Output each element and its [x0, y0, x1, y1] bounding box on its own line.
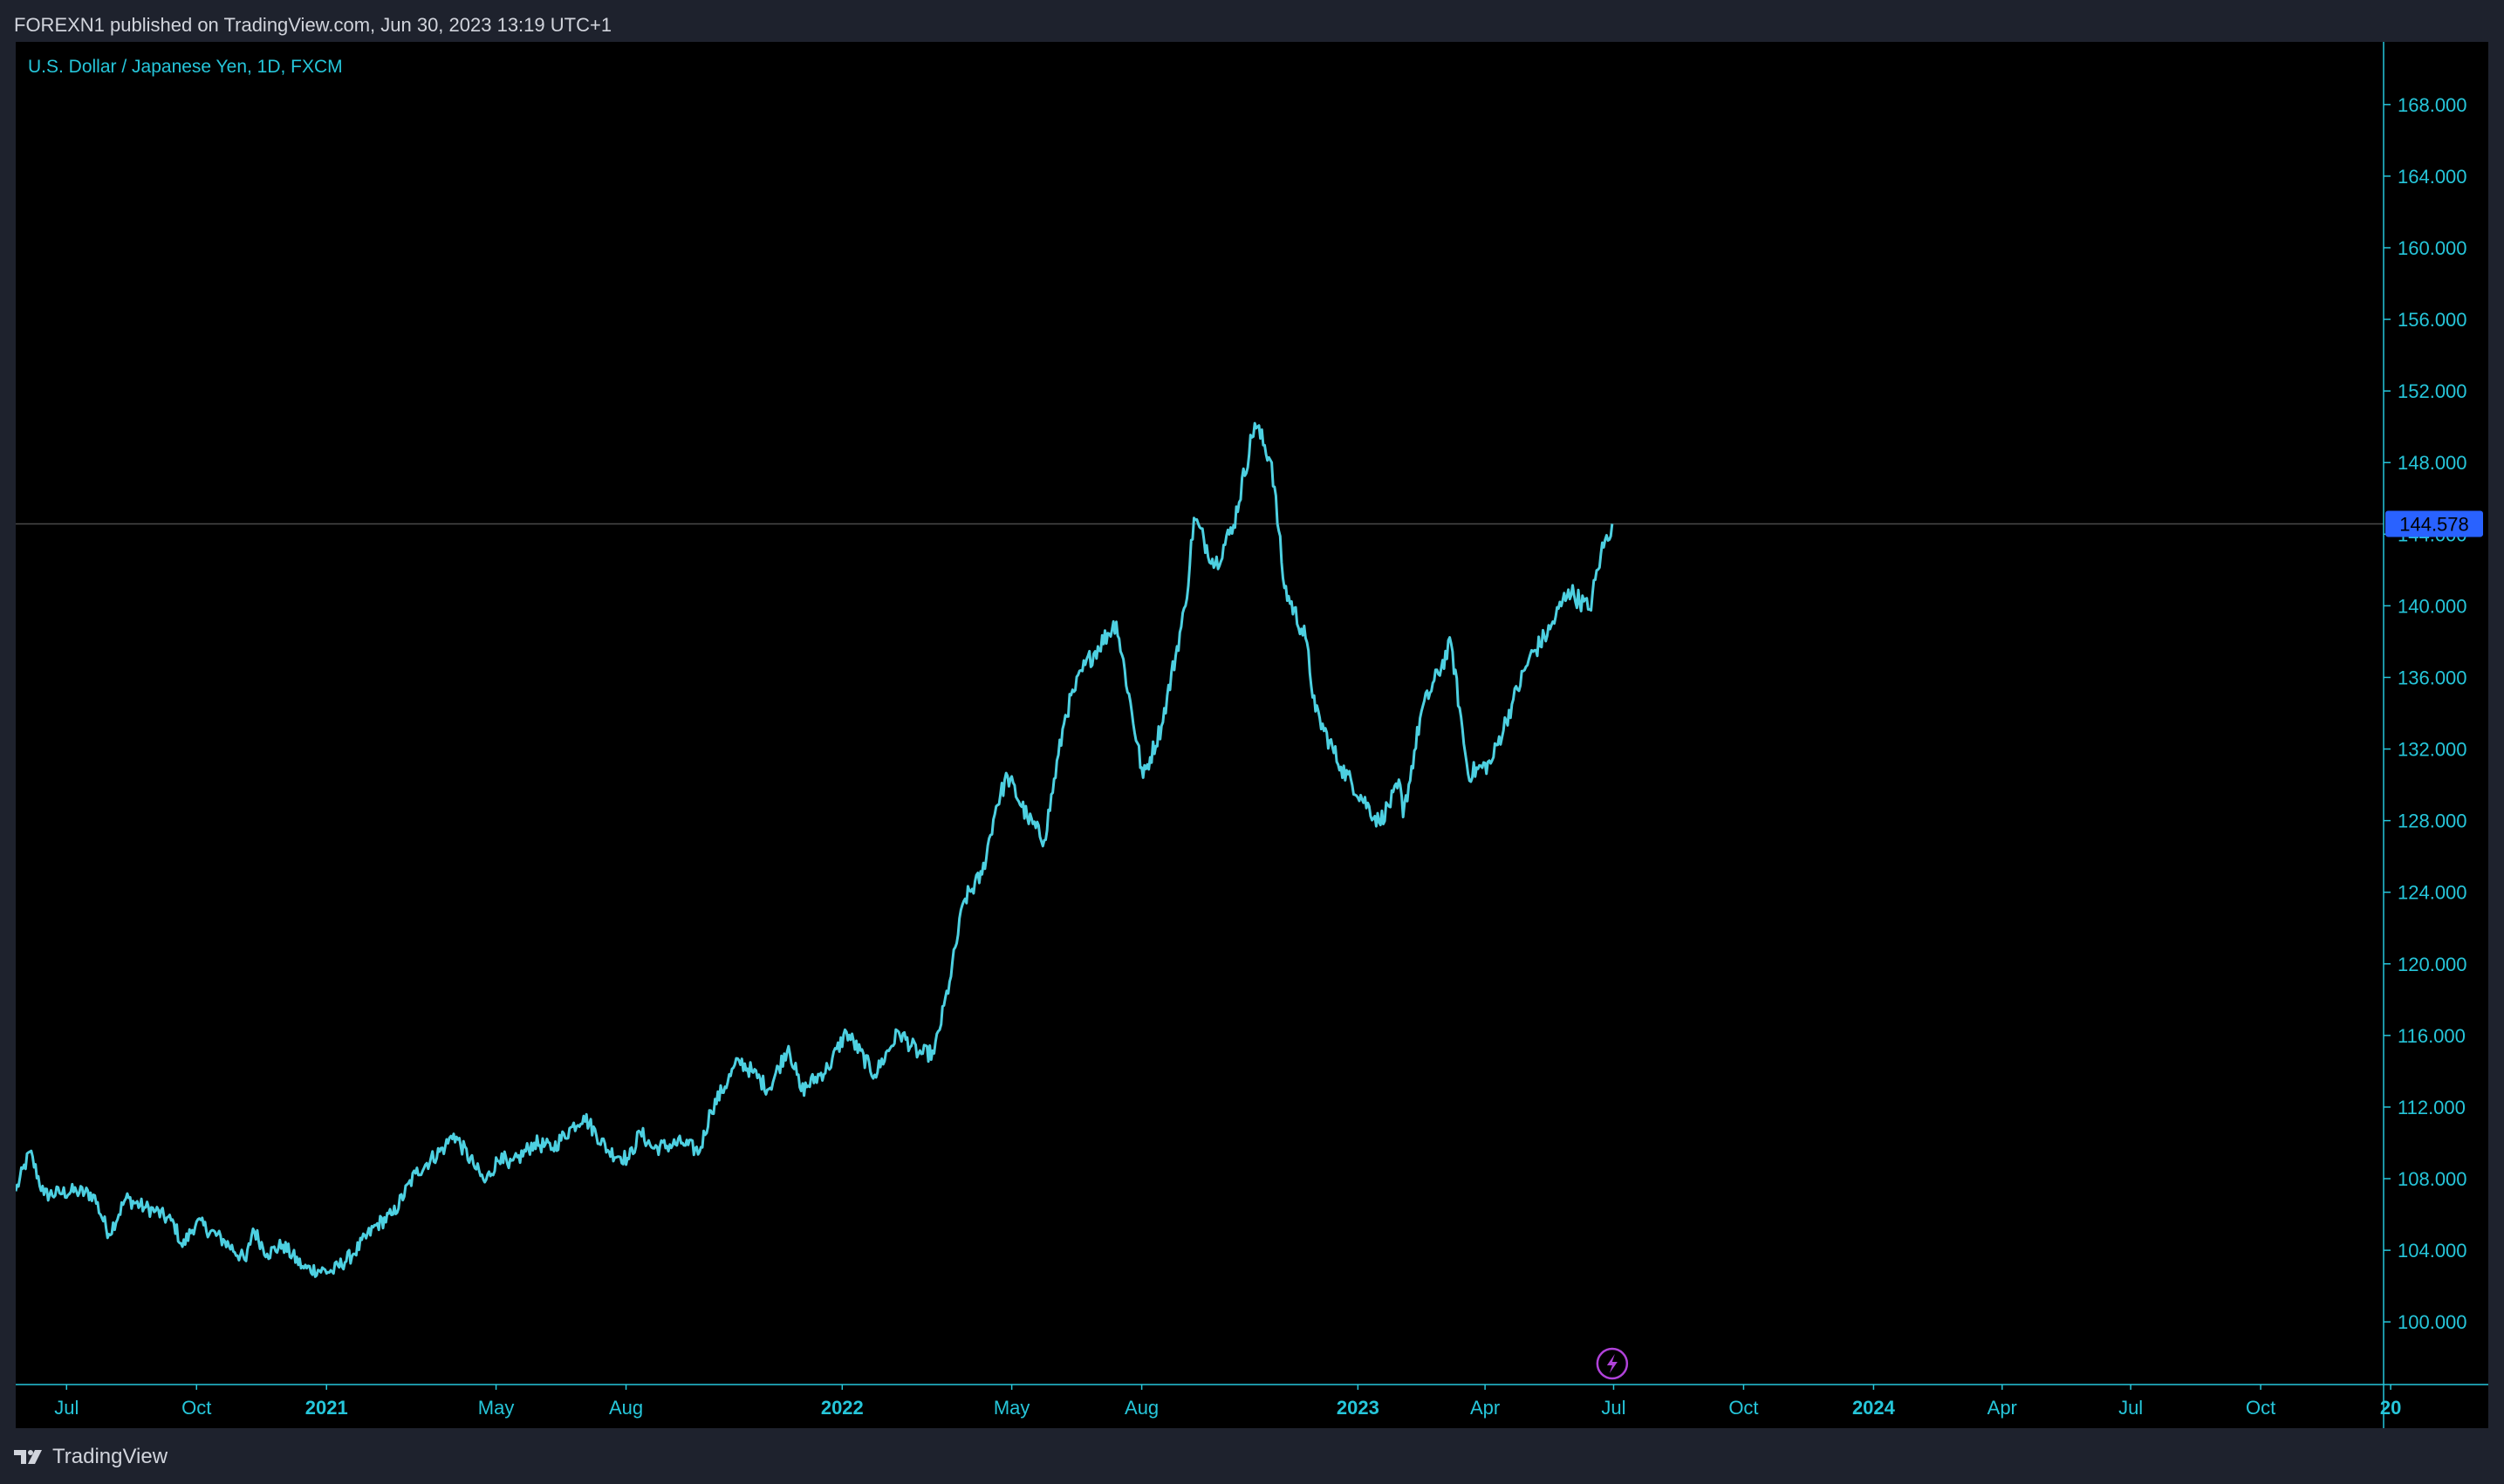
y-tick-label: 120.000 [2398, 954, 2467, 975]
x-tick-label: Apr [1987, 1397, 2017, 1419]
last-price-label: 144.578 [2399, 513, 2469, 535]
y-tick-label: 152.000 [2398, 380, 2467, 402]
y-tick-label: 124.000 [2398, 882, 2467, 904]
chart-area[interactable]: 100.000 104.000 108.000 112.000 116.000 120.0… [16, 42, 2488, 1428]
symbol-legend: U.S. Dollar / Japanese Yen, 1D, FXCM [28, 57, 343, 77]
y-tick-label: 116.000 [2398, 1025, 2466, 1047]
x-tick-label: Oct [2246, 1397, 2275, 1419]
x-tick-label: Oct [181, 1397, 211, 1419]
publish-info: FOREXN1 published on TradingView.com, Ju… [14, 14, 612, 36]
footer: TradingView [14, 1441, 168, 1473]
footer-brand[interactable]: TradingView [52, 1445, 168, 1469]
x-tick-label: 2023 [1337, 1397, 1379, 1419]
y-tick-label: 156.000 [2398, 309, 2467, 331]
y-tick-label: 148.000 [2398, 452, 2467, 474]
tradingview-logo-icon[interactable] [14, 1448, 45, 1466]
last-price-tag: 144.578 [2385, 510, 2483, 537]
y-tick-label: 104.000 [2398, 1240, 2467, 1262]
x-tick-label: Jul [1601, 1397, 1625, 1419]
y-tick-label: 168.000 [2398, 94, 2467, 116]
y-tick-label: 164.000 [2398, 166, 2467, 188]
x-tick-label: Aug [609, 1397, 643, 1419]
y-tick-label: 140.000 [2398, 595, 2467, 617]
x-tick-label: 2022 [821, 1397, 864, 1419]
y-tick-label: 132.000 [2398, 739, 2467, 761]
x-tick-label: Apr [1470, 1397, 1500, 1419]
x-tick-label: Oct [1728, 1397, 1758, 1419]
x-tick-label: Jul [54, 1397, 79, 1419]
y-tick-label: 100.000 [2398, 1311, 2467, 1333]
x-tick-label: Jul [2118, 1397, 2143, 1419]
price-chart[interactable]: 100.000 104.000 108.000 112.000 116.000 120.0… [16, 42, 2488, 1428]
y-tick-label: 160.000 [2398, 237, 2467, 259]
x-tick-label: 2024 [1852, 1397, 1896, 1419]
y-tick-label: 128.000 [2398, 810, 2467, 832]
x-tick-label: Aug [1125, 1397, 1159, 1419]
x-tick-label: 2021 [305, 1397, 348, 1419]
x-tick-label: May [994, 1397, 1030, 1419]
y-tick-label: 108.000 [2398, 1168, 2467, 1190]
y-tick-label: 136.000 [2398, 667, 2467, 688]
y-tick-label: 112.000 [2398, 1097, 2466, 1118]
x-tick-label: May [478, 1397, 515, 1419]
